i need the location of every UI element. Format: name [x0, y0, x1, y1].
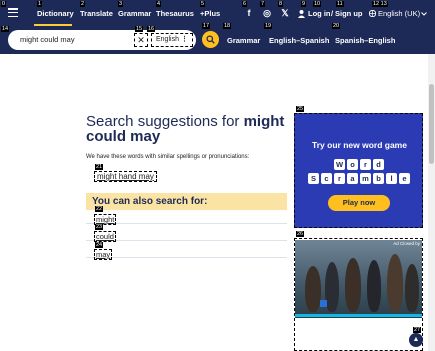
tag-ad-video: 26 — [296, 231, 305, 237]
tag-signup: 11 — [336, 1, 344, 7]
video-figure — [345, 258, 361, 312]
tag-menu: 0 — [1, 1, 7, 7]
tag-login: 9 — [301, 1, 307, 7]
video-figure — [305, 266, 321, 312]
tile: W — [334, 159, 345, 170]
tag-alt-could: 23 — [95, 224, 104, 230]
nav-translate[interactable]: Translate — [80, 9, 113, 18]
dictionary-language-value: English — [156, 36, 179, 43]
video-figure — [387, 254, 403, 312]
play-now-button[interactable]: Play now — [328, 195, 390, 211]
tile: o — [347, 159, 358, 170]
video-progress-bar[interactable] — [295, 314, 422, 317]
tile: S — [308, 173, 319, 184]
chevron-down-icon[interactable] — [421, 12, 427, 16]
page: 0 1 Dictionary 2 Translate 3 Grammar 4 T… — [0, 0, 435, 351]
tag-ad-wordgame: 25 — [296, 106, 305, 112]
also-search-box: You can also search for: — [86, 193, 287, 210]
scrollbar-thumb[interactable] — [429, 84, 434, 164]
tag-clear: 15 — [135, 26, 144, 32]
tag-login-2: 10 — [313, 1, 322, 7]
page-title: Search suggestions for might could may — [86, 114, 286, 144]
tag-sub-grammar: 18 — [223, 23, 232, 29]
suggestion-link[interactable]: might hand may — [94, 171, 157, 182]
login-link[interactable]: Log in — [308, 9, 331, 18]
tile: b — [373, 173, 384, 184]
tag-sub-eng-spa: 19 — [264, 23, 273, 29]
login-separator: / — [331, 9, 334, 18]
tile: e — [399, 173, 410, 184]
tag-search-field: 14 — [1, 26, 10, 32]
tile: r — [334, 173, 345, 184]
tag-search-button: 17 — [202, 23, 211, 29]
instagram-icon[interactable]: ◎ — [261, 7, 273, 19]
tile: d — [373, 159, 384, 170]
tag-grammar: 3 — [118, 1, 124, 7]
also-search-title: You can also search for: — [92, 196, 208, 207]
tag-sub-spa-eng: 20 — [332, 23, 341, 29]
clear-search-button[interactable]: ✕ — [134, 33, 148, 47]
word-game-ad[interactable]: Try our new word game W o r d S c r a m … — [294, 113, 423, 228]
tag-dictionary: 1 — [37, 1, 43, 7]
tile: r — [360, 159, 371, 170]
sub-link-english-spanish[interactable]: English–Spanish — [269, 36, 329, 45]
tile: c — [321, 173, 332, 184]
nav-dictionary[interactable]: Dictionary — [37, 9, 74, 18]
ad-logo-icon — [320, 300, 327, 307]
search-input[interactable]: might could may — [20, 35, 75, 44]
x-twitter-icon[interactable]: 𝕏 — [279, 7, 291, 19]
more-options-icon: ⋮ — [181, 36, 188, 43]
search-row: 14 might could may 15 ✕ 16 English ⋮ 17 … — [0, 23, 435, 54]
tag-suggestion: 21 — [95, 164, 104, 170]
hamburger-menu-icon[interactable] — [8, 8, 18, 18]
list-item — [86, 224, 287, 241]
ad-title: Try our new word game — [312, 140, 407, 150]
language-selector[interactable]: English (UK) — [378, 9, 420, 18]
tile: a — [347, 173, 358, 184]
globe-icon — [369, 10, 376, 17]
video-figure — [325, 262, 339, 312]
tag-language: 12 13 — [372, 1, 388, 7]
search-icon — [206, 35, 215, 44]
tile: m — [360, 173, 371, 184]
video-figure — [405, 264, 419, 312]
search-button[interactable] — [202, 31, 219, 48]
tag-alt-may: 24 — [95, 242, 104, 248]
sub-link-spanish-english[interactable]: Spanish–English — [335, 36, 395, 45]
video-ad[interactable]: Ad Closed by — [294, 238, 423, 351]
facebook-icon[interactable]: f — [243, 7, 255, 19]
tag-alt-might: 22 — [95, 206, 104, 212]
signup-link[interactable]: Sign up — [335, 9, 363, 18]
sub-link-grammar[interactable]: Grammar — [227, 36, 260, 45]
top-nav: 0 1 Dictionary 2 Translate 3 Grammar 4 T… — [0, 0, 435, 26]
dictionary-language-select[interactable]: English ⋮ — [151, 33, 193, 47]
user-icon — [298, 10, 305, 18]
scroll-to-top-button[interactable]: ▲ — [409, 333, 423, 347]
video-player[interactable]: Ad Closed by — [295, 240, 422, 318]
tag-thesaurus: 4 — [156, 1, 162, 7]
nav-plus[interactable]: +Plus — [200, 9, 220, 18]
tag-lang-select: 16 — [147, 26, 156, 32]
page-scrollbar[interactable] — [428, 54, 435, 351]
ad-closed-badge: Ad Closed by — [393, 241, 420, 246]
search-box: might could may 15 ✕ 16 English ⋮ — [8, 26, 196, 50]
video-figure — [367, 260, 381, 312]
tag-plus: 5 — [200, 1, 206, 7]
alt-link-may[interactable]: may — [94, 249, 113, 260]
tile: l — [386, 173, 397, 184]
nav-thesaurus[interactable]: Thesaurus — [156, 9, 194, 18]
list-item — [86, 241, 287, 258]
tag-translate: 2 — [80, 1, 86, 7]
nav-grammar[interactable]: Grammar — [118, 9, 151, 18]
suggestions-intro: We have these words with similar spellin… — [86, 154, 250, 160]
